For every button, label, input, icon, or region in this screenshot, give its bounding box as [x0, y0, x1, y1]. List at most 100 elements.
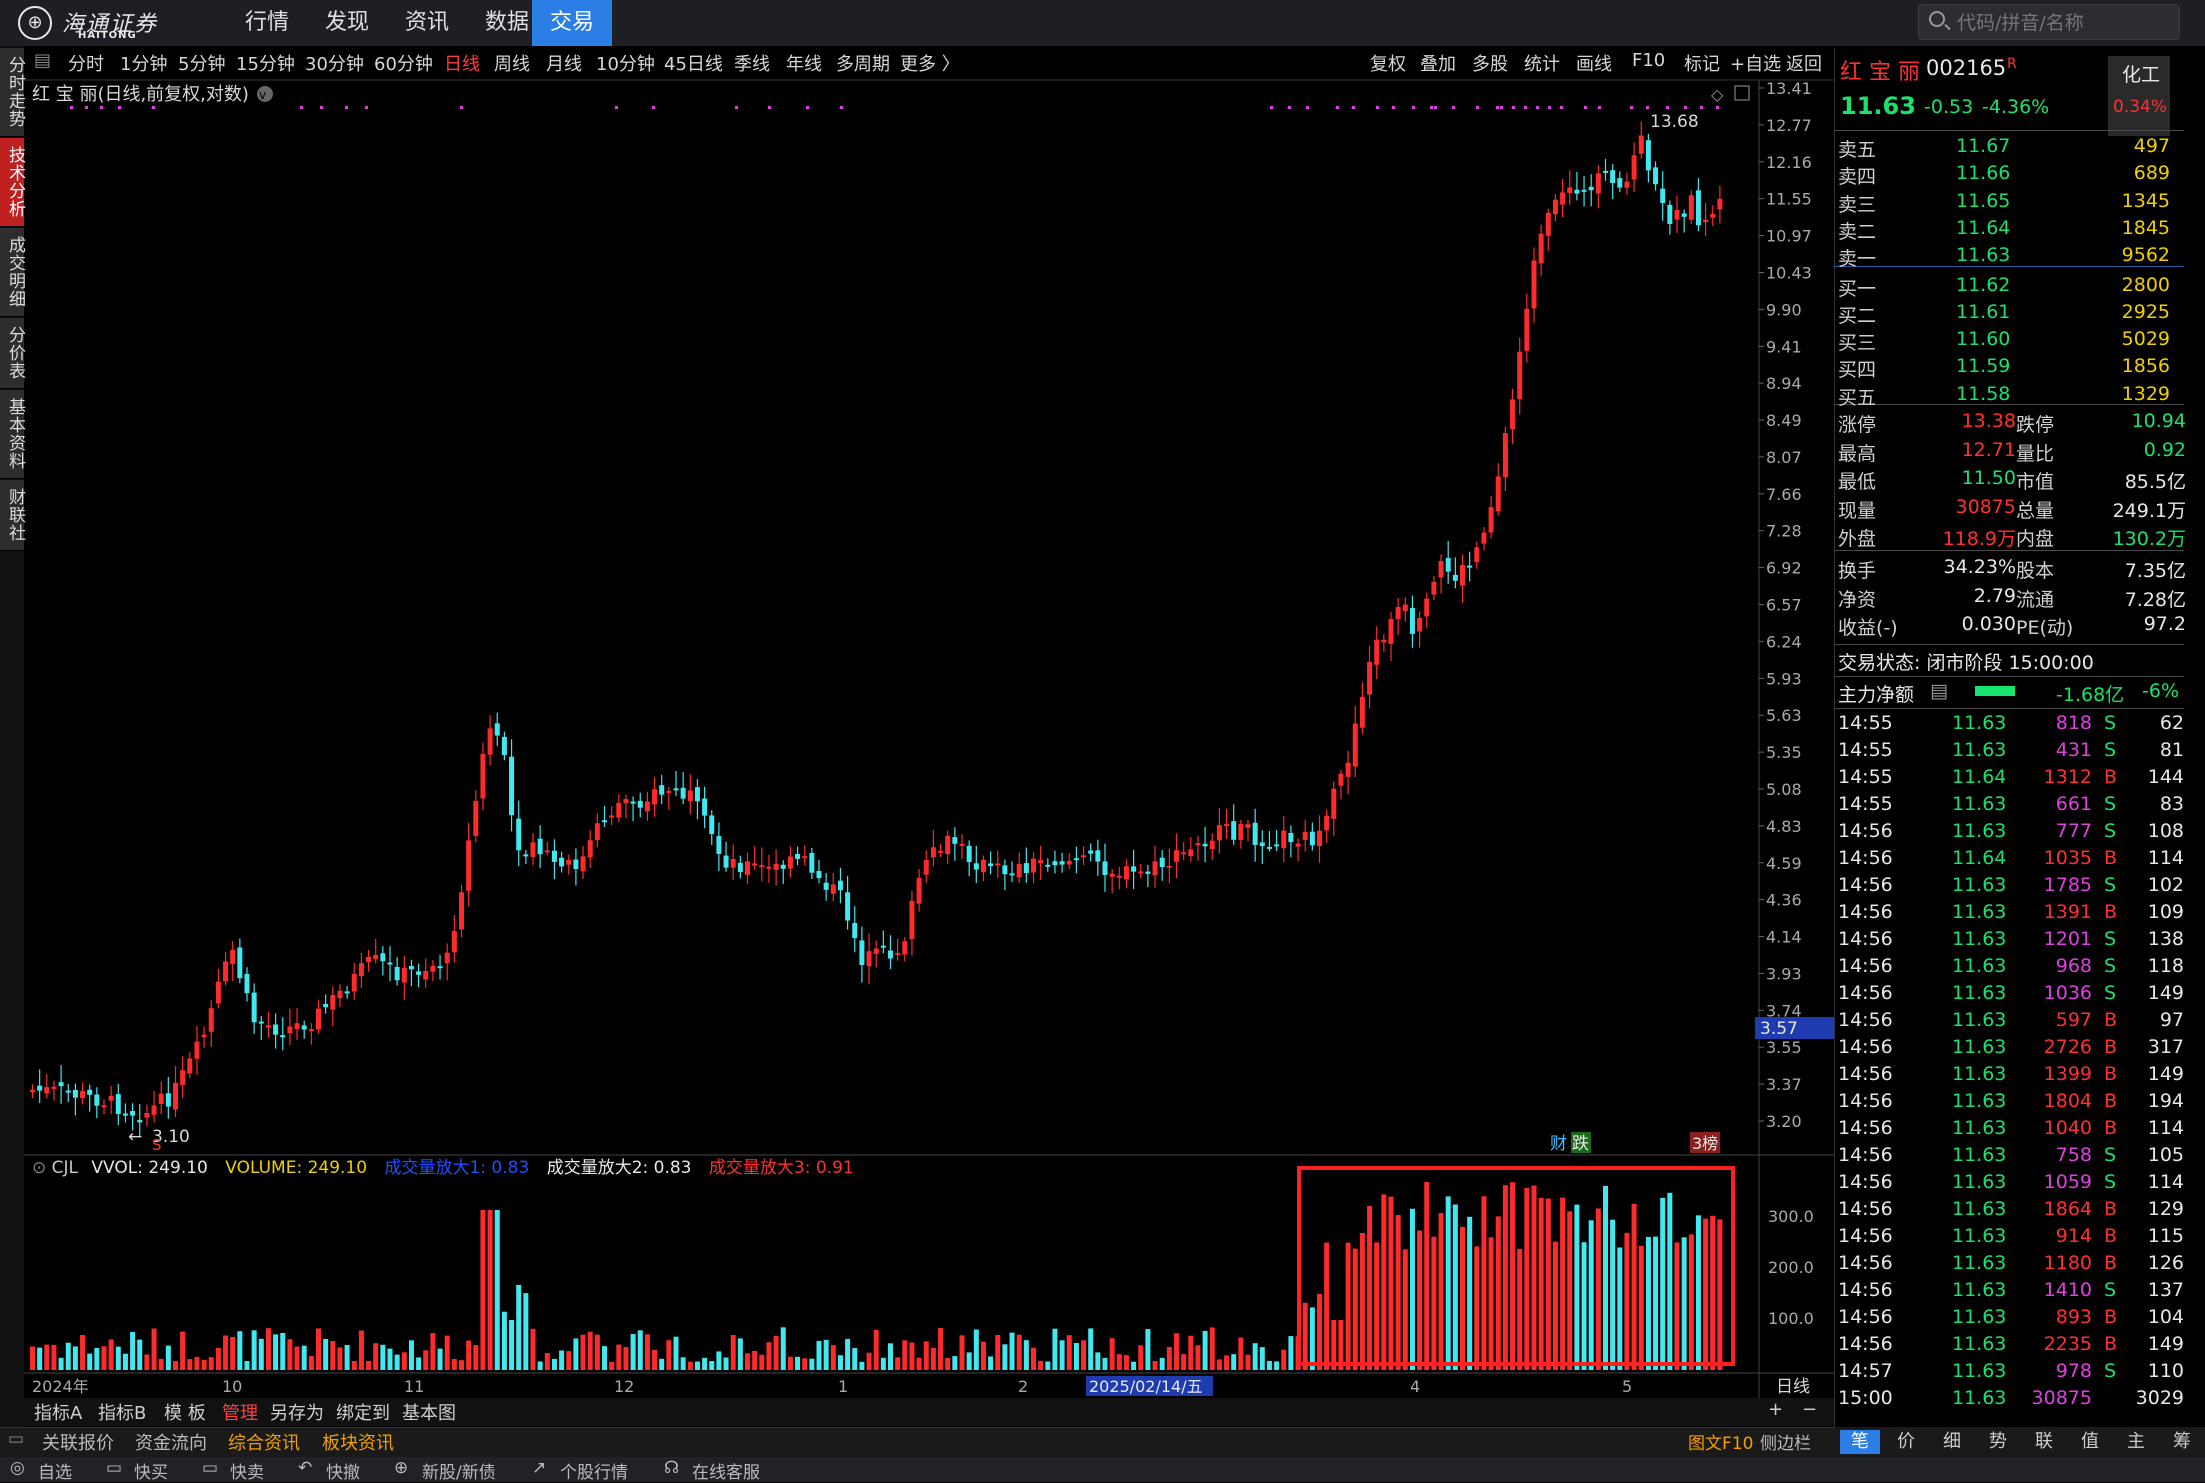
tab-indicator-b[interactable]: 指标B: [98, 1399, 146, 1425]
quick-cancel-icon[interactable]: ↶: [298, 1458, 312, 1478]
tab-indicator-a[interactable]: 指标A: [34, 1399, 82, 1425]
signal-dot: [118, 106, 121, 109]
volume-bar: [1488, 1237, 1494, 1370]
tab-general-news[interactable]: 综合资讯: [228, 1429, 300, 1455]
candle-body: [1245, 824, 1251, 828]
right-tab-3[interactable]: 势: [1978, 1430, 2018, 1454]
candle-body: [237, 947, 243, 979]
right-tab-5[interactable]: 值: [2070, 1430, 2110, 1454]
price-axis-label: 9.41: [1766, 337, 1802, 356]
volume-bar: [1409, 1208, 1415, 1370]
volume-bar: [1438, 1213, 1444, 1370]
right-tab-1[interactable]: 价: [1886, 1430, 1926, 1454]
stock-quote-icon[interactable]: ↗: [532, 1458, 546, 1478]
candle-body: [923, 860, 929, 875]
stat-label: 最低: [1838, 471, 1877, 494]
orderbook-price: 11.64: [1956, 216, 2011, 239]
signal-dot: [1476, 106, 1479, 109]
tick-time: 15:00: [1838, 1387, 1893, 1409]
tab-save-as[interactable]: 另存为: [270, 1399, 324, 1425]
chart-window-icon[interactable]: [1734, 85, 1750, 101]
tick-price: 11.63: [1952, 1333, 2007, 1355]
volume-bar: [551, 1358, 557, 1370]
marker-fall[interactable]: 跌: [1572, 1134, 1589, 1154]
ipo-icon[interactable]: ⊕: [394, 1458, 408, 1478]
signal-dot: [840, 106, 843, 109]
candle-body: [637, 800, 643, 808]
support-icon[interactable]: ☊: [664, 1458, 679, 1478]
price-axis-label: 8.49: [1766, 411, 1802, 430]
main-flow-icon[interactable]: ▤: [1930, 680, 1948, 702]
tick-price: 11.64: [1952, 847, 2007, 869]
tab-basic-chart[interactable]: 基本图: [402, 1399, 456, 1425]
tab-bind-to[interactable]: 绑定到: [336, 1399, 390, 1425]
tick-side: S: [2104, 1279, 2117, 1301]
candle-body: [723, 855, 729, 868]
volume-bar: [173, 1361, 178, 1370]
sidebar-toggle[interactable]: 侧边栏: [1760, 1429, 1811, 1454]
status-stock-quote[interactable]: 个股行情: [560, 1458, 628, 1483]
volume-bar: [1231, 1354, 1237, 1370]
candle-body: [380, 953, 386, 962]
volume-bar: [366, 1360, 372, 1370]
marker-rank[interactable]: 3榜: [1692, 1134, 1718, 1153]
signal-dot: [320, 106, 323, 109]
volume-bar: [437, 1348, 443, 1370]
watchlist-icon[interactable]: ◎: [10, 1458, 25, 1478]
candle-body: [787, 856, 793, 869]
right-tab-2[interactable]: 细: [1932, 1430, 1972, 1454]
tab-manage[interactable]: 管理: [222, 1399, 258, 1425]
tab-sector-news[interactable]: 板块资讯: [322, 1429, 394, 1455]
quick-sell-icon[interactable]: ▭: [202, 1458, 218, 1478]
search-box[interactable]: [1918, 4, 2180, 40]
status-ipo[interactable]: 新股/新债: [422, 1458, 496, 1483]
price-axis-label: 4.59: [1766, 854, 1802, 873]
tick-volume: 758: [2055, 1144, 2092, 1166]
volume-bars: [30, 1181, 1723, 1370]
status-watchlist[interactable]: 自选: [38, 1458, 72, 1483]
volume-bar: [1009, 1332, 1015, 1370]
candle-body: [201, 1034, 207, 1038]
candle-body: [373, 954, 379, 960]
status-support[interactable]: 在线客服: [692, 1458, 760, 1483]
signal-dot: [1560, 106, 1563, 109]
status-quick-buy[interactable]: 快买: [134, 1458, 168, 1483]
candle-body: [616, 802, 622, 818]
tick-side: B: [2104, 766, 2118, 788]
quick-buy-icon[interactable]: ▭: [106, 1458, 122, 1478]
right-tab-4[interactable]: 联: [2024, 1430, 2064, 1454]
candle-body: [551, 850, 557, 862]
volume-bar: [1531, 1185, 1537, 1370]
volume-bar: [401, 1352, 407, 1370]
right-tab-0[interactable]: 笔: [1840, 1430, 1880, 1454]
status-quick-cancel[interactable]: 快撤: [326, 1458, 360, 1483]
candle-body: [1381, 639, 1387, 643]
status-quick-sell[interactable]: 快卖: [230, 1458, 264, 1483]
candle-body: [444, 952, 450, 964]
search-input[interactable]: [1955, 7, 2174, 39]
tick-price: 11.63: [1952, 1198, 2007, 1220]
tab-template[interactable]: 模 板: [164, 1399, 206, 1425]
chart-diamond-icon[interactable]: ◇: [1711, 85, 1724, 104]
bottom-menu-icon[interactable]: ▭: [8, 1429, 24, 1449]
volume-bar: [137, 1339, 143, 1370]
volume-bar: [866, 1352, 872, 1370]
zoom-in-button[interactable]: +: [1768, 1399, 1783, 1420]
tab-related-quotes[interactable]: 关联报价: [42, 1429, 114, 1455]
candle-body: [1138, 871, 1144, 874]
graphic-f10-link[interactable]: 图文F10: [1688, 1429, 1753, 1454]
tick-volume: 1040: [2043, 1117, 2092, 1139]
right-tab-6[interactable]: 主: [2116, 1430, 2156, 1454]
tab-fund-flow[interactable]: 资金流向: [135, 1429, 207, 1455]
right-tab-7[interactable]: 筹: [2162, 1430, 2202, 1454]
volume-bar: [1109, 1338, 1115, 1370]
volume-bar: [1474, 1246, 1480, 1370]
kline-chart[interactable]: 13.41 12.77 12.16 11.55 10.97 10.43 9.90 9.41 8.…: [0, 0, 1834, 1398]
legend-amp2: 成交量放大2: 0.83: [547, 1158, 692, 1178]
marker-finance[interactable]: 财: [1550, 1134, 1567, 1154]
candle-body: [666, 790, 672, 793]
price-axis-label: 6.24: [1766, 632, 1802, 651]
zoom-out-button[interactable]: −: [1802, 1399, 1817, 1420]
tick-volume: 968: [2055, 955, 2092, 977]
price-axis-label: 10.97: [1766, 227, 1812, 246]
